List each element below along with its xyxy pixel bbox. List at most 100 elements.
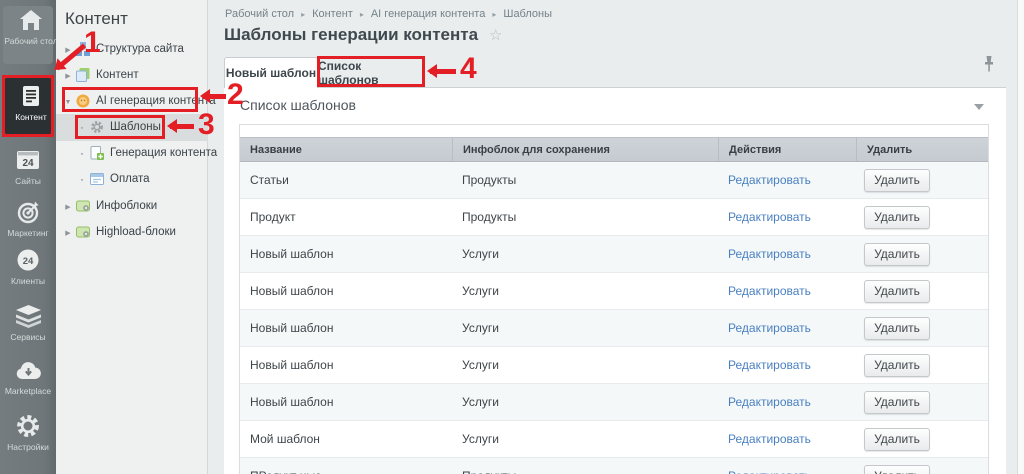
template-infoblock: Услуги — [462, 284, 499, 298]
template-name: Статьи — [250, 173, 289, 187]
template-name: Новый шаблон — [250, 395, 334, 409]
tree-item-content-generation[interactable]: Генерация контента — [56, 140, 217, 166]
gear-icon — [0, 412, 56, 440]
infoblocks-icon — [76, 199, 91, 214]
delete-button[interactable]: Удалить — [864, 427, 930, 451]
svg-text:24: 24 — [22, 158, 34, 169]
edit-link[interactable]: Редактировать — [728, 469, 811, 474]
sidebar-item-clients[interactable]: 24 Клиенты — [0, 246, 56, 286]
edit-link[interactable]: Редактировать — [728, 210, 811, 224]
tree-item-label: Highload-блоки — [96, 226, 176, 238]
tree-sidebar: Контент Структура сайта Контент AI генер… — [56, 0, 217, 474]
delete-button[interactable]: Удалить — [864, 279, 930, 303]
delete-button[interactable]: Удалить — [864, 464, 930, 474]
generation-plus-icon — [90, 146, 105, 161]
tree-item-content[interactable]: Контент — [56, 62, 208, 88]
tree-item-label: Структура сайта — [96, 43, 184, 55]
delete-button[interactable]: Удалить — [864, 168, 930, 192]
annotation-arrow-4-icon — [427, 64, 456, 78]
expand-icon[interactable] — [62, 226, 74, 238]
sidebar-item-services[interactable]: Сервисы — [0, 302, 56, 342]
annotation-number-1: 1 — [84, 26, 101, 59]
table-row: Новый шаблон Услуги Редактировать Удалит… — [240, 310, 988, 347]
annotation-box-4 — [317, 56, 425, 87]
table-row: ПРодукт нью Продукты Редактировать Удали… — [240, 458, 988, 474]
table-row: Продукт Продукты Редактировать Удалить — [240, 199, 988, 236]
edit-link[interactable]: Редактировать — [728, 395, 811, 409]
collapse-section-icon[interactable] — [974, 104, 984, 110]
tree-item-label: Контент — [96, 69, 139, 81]
annotation-box-3 — [75, 115, 165, 139]
delete-button[interactable]: Удалить — [864, 353, 930, 377]
template-infoblock: Услуги — [462, 432, 499, 446]
edit-link[interactable]: Редактировать — [728, 358, 811, 372]
annotation-number-4: 4 — [460, 52, 477, 85]
table-row: Новый шаблон Услуги Редактировать Удалит… — [240, 273, 988, 310]
delete-button[interactable]: Удалить — [864, 205, 930, 229]
sidebar-item-desktop[interactable]: Рабочий стол — [3, 6, 58, 64]
breadcrumb-item[interactable]: Рабочий стол — [225, 8, 294, 20]
bitrix-admin-window: Рабочий стол Контент 24 Сайты Маркетинг — [0, 0, 1024, 474]
pin-icon[interactable] — [983, 55, 995, 77]
highload-blocks-icon — [76, 225, 91, 240]
sidebar-item-label: Сервисы — [10, 332, 46, 342]
table-row: Новый шаблон Услуги Редактировать Удалит… — [240, 236, 988, 273]
tree-item-highload-blocks[interactable]: Highload-блоки — [56, 219, 208, 245]
templates-table: Название Инфоблок для сохранения Действи… — [239, 124, 989, 474]
edit-link[interactable]: Редактировать — [728, 247, 811, 261]
column-header-name: Название — [250, 144, 302, 156]
table-header-row: Название Инфоблок для сохранения Действи… — [240, 137, 988, 162]
template-infoblock: Услуги — [462, 395, 499, 409]
sidebar-item-sites[interactable]: 24 Сайты — [0, 146, 56, 186]
sidebar-item-settings[interactable]: Настройки — [0, 412, 56, 452]
template-name: Новый шаблон — [250, 284, 334, 298]
sidebar-item-label: Настройки — [7, 442, 49, 452]
svg-text:24: 24 — [23, 256, 34, 267]
template-infoblock: Продукты — [452, 469, 718, 474]
edit-link[interactable]: Редактировать — [728, 284, 811, 298]
edit-link[interactable]: Редактировать — [728, 173, 811, 187]
template-name: Новый шаблон — [250, 321, 334, 335]
annotation-box-1 — [2, 75, 54, 137]
bullet-icon — [76, 147, 88, 159]
annotation-number-2: 2 — [227, 78, 244, 111]
content-panel: Список шаблонов Название Инфоблок для со… — [224, 87, 1006, 474]
annotation-box-2 — [62, 87, 198, 112]
column-header-delete: Удалить — [856, 138, 986, 161]
annotation-arrow-2-icon — [200, 89, 226, 103]
favorite-star-icon[interactable]: ☆ — [489, 26, 502, 44]
delete-button[interactable]: Удалить — [864, 242, 930, 266]
edit-link[interactable]: Редактировать — [728, 432, 811, 446]
table-row: Мой шаблон Услуги Редактировать Удалить — [240, 421, 988, 458]
breadcrumb-item[interactable]: AI генерация контента — [371, 8, 486, 20]
payment-grid-icon — [90, 172, 105, 187]
sidebar-item-label: Клиенты — [10, 276, 46, 286]
expand-icon[interactable] — [62, 200, 74, 212]
breadcrumb-separator-icon: ▸ — [301, 9, 306, 19]
table-row: Новый шаблон Услуги Редактировать Удалит… — [240, 384, 988, 421]
breadcrumb: Рабочий стол ▸ Контент ▸ AI генерация ко… — [225, 8, 552, 20]
layers-icon — [0, 302, 56, 330]
sidebar-item-marketplace[interactable]: Marketplace — [0, 356, 56, 396]
delete-button[interactable]: Удалить — [864, 316, 930, 340]
delete-button[interactable]: Удалить — [864, 390, 930, 414]
sidebar-item-label: Сайты — [15, 176, 41, 186]
breadcrumb-item[interactable]: Шаблоны — [503, 8, 552, 20]
tree-item-infoblocks[interactable]: Инфоблоки — [56, 193, 208, 219]
scrollbar-track[interactable] — [1017, 0, 1024, 474]
template-infoblock: Услуги — [462, 358, 499, 372]
template-name: Продукт — [250, 210, 296, 224]
template-infoblock: Продукты — [462, 210, 517, 224]
tree-item-payment[interactable]: Оплата — [56, 166, 208, 192]
cloud-download-icon — [0, 356, 56, 384]
annotation-number-3: 3 — [198, 108, 215, 141]
breadcrumb-item[interactable]: Контент — [312, 8, 353, 20]
sidebar-item-marketing[interactable]: Маркетинг — [0, 198, 56, 238]
bullet-icon — [76, 173, 88, 185]
target-icon — [0, 198, 56, 226]
column-header-actions: Действия — [718, 138, 856, 161]
sidebar-item-label: Marketplace — [4, 386, 52, 396]
edit-link[interactable]: Редактировать — [728, 321, 811, 335]
circle-24-icon: 24 — [0, 246, 56, 274]
template-name: Новый шаблон — [250, 358, 334, 372]
